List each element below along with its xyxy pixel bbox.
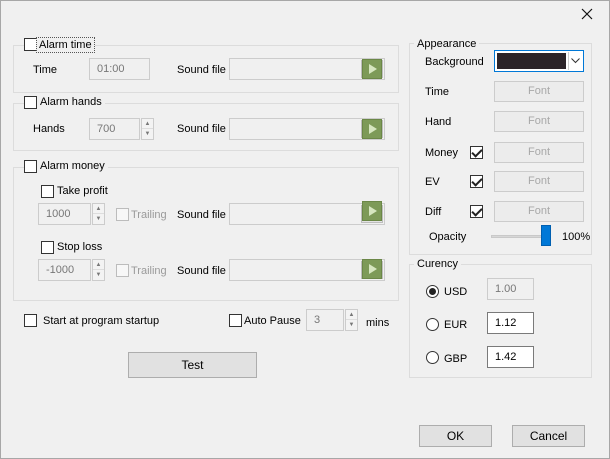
spin-down-icon[interactable]: ▼ [346,320,357,330]
take-profit-trailing-checkbox[interactable] [116,208,129,221]
money-font-label: Money [425,147,459,159]
usd-radio[interactable] [426,285,439,298]
alarm-hands-sound-label: Sound file [177,123,226,135]
usd-label: USD [444,286,468,298]
stop-loss-spinner[interactable]: ▲ ▼ [92,259,105,281]
money-checkbox[interactable] [470,146,483,159]
stop-loss-sound-label: Sound file [177,265,226,277]
close-button[interactable] [574,4,600,24]
cancel-button[interactable]: Cancel [512,425,585,447]
hands-spinner[interactable]: ▲ ▼ [141,118,154,140]
eur-label: EUR [444,319,468,331]
background-color-dropdown[interactable] [494,50,584,72]
time-input[interactable]: 01:00 [89,58,150,80]
eur-input[interactable]: 1.12 [487,312,534,334]
stop-loss-trailing-label: Trailing [131,265,167,277]
time-font-button[interactable]: Font [494,81,584,102]
time-font-label: Time [425,86,450,98]
diff-font-label: Diff [425,206,442,218]
ev-font-label: EV [425,176,440,188]
alarm-money-label: Alarm money [37,159,108,173]
alarm-time-play-button[interactable] [362,59,382,79]
opacity-value: 100% [562,231,591,243]
usd-input[interactable]: 1.00 [487,278,534,300]
spin-down-icon[interactable]: ▼ [93,270,104,280]
currency-title: Curency [414,257,461,271]
stop-loss-input[interactable]: -1000 [38,259,91,281]
alarm-time-label: Alarm time [36,37,95,53]
alarm-money-checkbox[interactable] [24,160,37,173]
gbp-radio[interactable] [426,351,439,364]
diff-checkbox[interactable] [470,205,483,218]
take-profit-label: Take profit [57,185,108,197]
alarm-hands-checkbox[interactable] [24,96,37,109]
spin-up-icon[interactable]: ▲ [93,204,104,214]
spin-up-icon[interactable]: ▲ [346,310,357,320]
diff-font-button[interactable]: Font [494,201,584,222]
auto-pause-label: Auto Pause [244,315,301,327]
spin-down-icon[interactable]: ▼ [142,129,153,139]
auto-pause-spinner[interactable]: ▲ ▼ [345,309,358,331]
money-font-button[interactable]: Font [494,142,584,163]
gbp-input[interactable]: 1.42 [487,346,534,368]
startup-label: Start at program startup [43,315,160,327]
stop-loss-trailing-checkbox[interactable] [116,264,129,277]
take-profit-sound-label: Sound file [177,209,226,221]
spin-up-icon[interactable]: ▲ [93,260,104,270]
test-button[interactable]: Test [128,352,257,378]
appearance-title: Appearance [414,37,480,51]
alarm-hands-play-button[interactable] [362,119,382,139]
hands-label: Hands [33,123,65,135]
spin-up-icon[interactable]: ▲ [142,119,153,129]
auto-pause-unit: mins [366,317,390,329]
hands-input[interactable]: 700 [89,118,140,140]
eur-radio[interactable] [426,318,439,331]
stop-loss-checkbox[interactable] [41,241,54,254]
startup-checkbox[interactable] [24,314,37,327]
take-profit-checkbox[interactable] [41,185,54,198]
spin-down-icon[interactable]: ▼ [93,214,104,224]
ev-checkbox[interactable] [470,175,483,188]
time-label: Time [33,64,58,76]
background-swatch [497,53,566,69]
alarm-time-sound-label: Sound file [177,64,226,76]
background-label: Background [425,56,484,68]
gbp-label: GBP [444,353,468,365]
hand-font-button[interactable]: Font [494,111,584,132]
ok-button[interactable]: OK [419,425,492,447]
auto-pause-checkbox[interactable] [229,314,242,327]
stop-loss-play-button[interactable] [362,259,382,279]
stop-loss-label: Stop loss [57,241,103,253]
take-profit-trailing-label: Trailing [131,209,167,221]
take-profit-spinner[interactable]: ▲ ▼ [92,203,105,225]
auto-pause-input[interactable]: 3 [306,309,344,331]
chevron-down-icon[interactable] [568,52,582,70]
opacity-label: Opacity [429,231,467,243]
ev-font-button[interactable]: Font [494,171,584,192]
alarm-hands-label: Alarm hands [37,95,105,109]
take-profit-play-button[interactable] [362,201,382,221]
opacity-slider-thumb[interactable] [541,225,551,246]
take-profit-input[interactable]: 1000 [38,203,91,225]
hand-font-label: Hand [425,116,452,128]
close-icon [581,8,593,20]
